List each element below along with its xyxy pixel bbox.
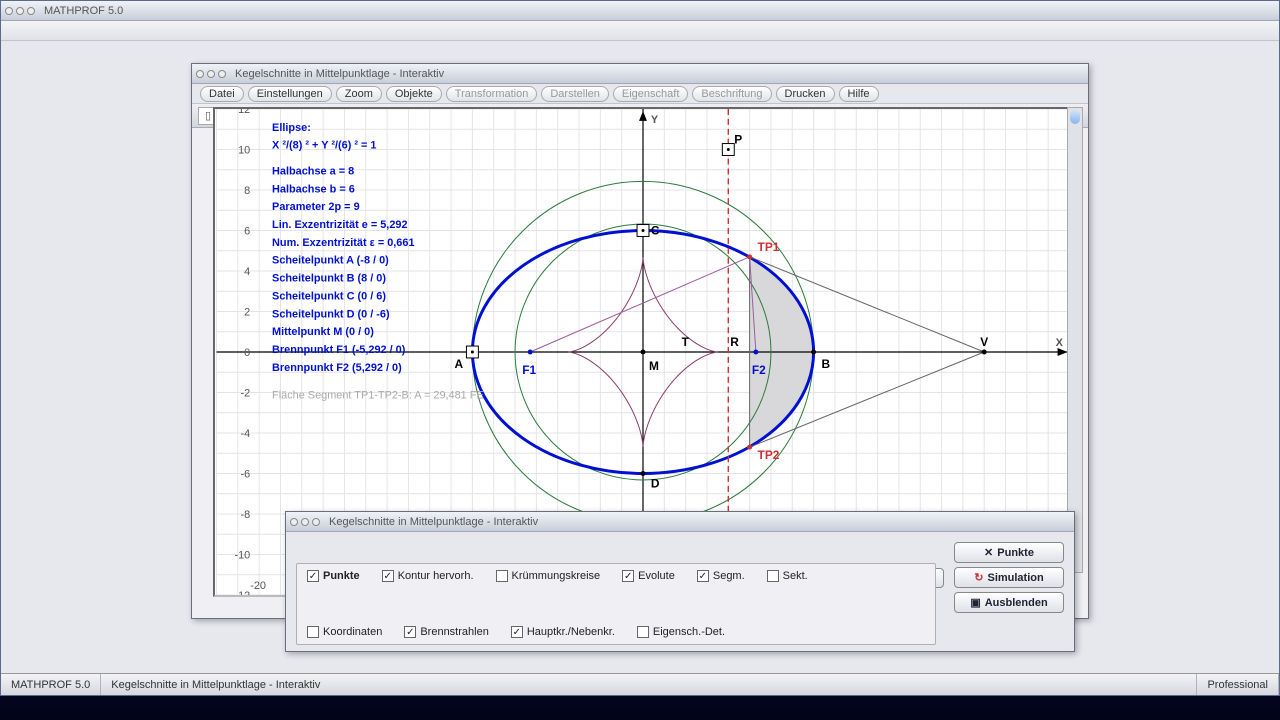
check-sekt[interactable]: Sekt.	[767, 570, 808, 582]
svg-text:Scheitelpunkt B (8 / 0): Scheitelpunkt B (8 / 0)	[272, 273, 386, 285]
svg-text:Brennpunkt F2 (5,292 / 0): Brennpunkt F2 (5,292 / 0)	[272, 362, 402, 374]
menu-display[interactable]: Darstellen	[541, 86, 609, 102]
svg-text:-20: -20	[250, 580, 266, 592]
svg-text:R: R	[730, 335, 739, 349]
svg-text:TP1: TP1	[758, 240, 780, 254]
check-haupt[interactable]: ✓Hauptkr./Nebenkr.	[511, 626, 615, 638]
check-evolute[interactable]: ✓Evolute	[622, 570, 675, 582]
svg-text:12: 12	[238, 109, 250, 116]
menu-print[interactable]: Drucken	[776, 86, 835, 102]
menu-transform[interactable]: Transformation	[446, 86, 538, 102]
menu-settings[interactable]: Einstellungen	[248, 86, 332, 102]
svg-text:8: 8	[244, 185, 250, 197]
doc-window-control-1[interactable]	[196, 70, 204, 78]
svg-text:Mittelpunkt M (0 / 0): Mittelpunkt M (0 / 0)	[272, 326, 374, 338]
svg-text:P: P	[734, 133, 742, 147]
svg-text:Y: Y	[651, 114, 659, 126]
check-punkte[interactable]: ✓Punkte	[307, 570, 360, 582]
svg-text:F2: F2	[752, 363, 766, 377]
svg-text:M: M	[649, 359, 659, 373]
panel-control-1[interactable]	[290, 518, 298, 526]
document-title: Kegelschnitte in Mittelpunktlage - Inter…	[235, 68, 444, 80]
svg-text:V: V	[980, 335, 988, 349]
window-control-3[interactable]	[27, 7, 35, 15]
svg-text:2: 2	[244, 306, 250, 318]
menu-objects[interactable]: Objekte	[386, 86, 442, 102]
refresh-icon: ↻	[974, 571, 983, 584]
svg-text:Scheitelpunkt A (-8 / 0): Scheitelpunkt A (-8 / 0)	[272, 255, 389, 267]
menu-property[interactable]: Eigenschaft	[613, 86, 688, 102]
document-menubar: Datei Einstellungen Zoom Objekte Transfo…	[192, 84, 1088, 104]
svg-text:Num. Exzentrizität ε = 0,661: Num. Exzentrizität ε = 0,661	[272, 237, 414, 249]
svg-text:X ²/(8) ² + Y ²/(6) ² = 1: X ²/(8) ² + Y ²/(6) ² = 1	[272, 140, 376, 152]
check-kontur[interactable]: ✓Kontur hervorh.	[382, 570, 474, 582]
status-doc: Kegelschnitte in Mittelpunktlage - Inter…	[101, 674, 1197, 695]
svg-text:Lin. Exzentrizität e = 5,292: Lin. Exzentrizität e = 5,292	[272, 219, 407, 231]
check-segm[interactable]: ✓Segm.	[697, 570, 745, 582]
svg-text:TP2: TP2	[758, 448, 780, 462]
cross-icon: ✕	[984, 546, 993, 559]
panel-control-3[interactable]	[312, 518, 320, 526]
button-points[interactable]: ✕Punkte	[954, 542, 1064, 563]
vertical-scrollbar[interactable]	[1067, 107, 1083, 573]
svg-text:6: 6	[244, 225, 250, 237]
svg-text:-8: -8	[241, 509, 251, 521]
doc-window-control-2[interactable]	[207, 70, 215, 78]
window-control-1[interactable]	[5, 7, 13, 15]
menu-zoom[interactable]: Zoom	[336, 86, 382, 102]
app-title: MATHPROF 5.0	[44, 5, 123, 17]
button-hide[interactable]: ▣Ausblenden	[954, 592, 1064, 613]
svg-text:-4: -4	[241, 428, 251, 440]
svg-text:Parameter 2p = 9: Parameter 2p = 9	[272, 201, 360, 213]
status-edition: Professional	[1197, 674, 1279, 695]
svg-text:Fläche Segment TP1-TP2-B: A =: Fläche Segment TP1-TP2-B: A = 29,481 FE	[272, 390, 484, 402]
svg-text:C: C	[651, 223, 660, 237]
svg-text:Scheitelpunkt D (0 / -6): Scheitelpunkt D (0 / -6)	[272, 308, 390, 320]
svg-text:-2: -2	[241, 387, 251, 399]
control-panel: Kegelschnitte in Mittelpunktlage - Inter…	[285, 511, 1075, 652]
app-window: MATHPROF 5.0 Kegelschnitte in Mittelpunk…	[0, 0, 1280, 696]
check-brenn[interactable]: ✓Brennstrahlen	[404, 626, 489, 638]
check-eigen[interactable]: Eigensch.-Det.	[637, 626, 725, 638]
svg-text:-6: -6	[241, 468, 251, 480]
svg-text:F1: F1	[522, 363, 536, 377]
check-koord[interactable]: Koordinaten	[307, 626, 382, 638]
svg-text:Halbachse a = 8: Halbachse a = 8	[272, 165, 354, 177]
check-kruemm[interactable]: Krümmungskreise	[496, 570, 601, 582]
svg-text:10: 10	[238, 144, 250, 156]
document-titlebar[interactable]: Kegelschnitte in Mittelpunktlage - Inter…	[192, 64, 1088, 84]
button-simulation[interactable]: ↻Simulation	[954, 567, 1064, 588]
menu-labeling[interactable]: Beschriftung	[692, 86, 771, 102]
hide-icon: ▣	[970, 596, 980, 609]
svg-text:4: 4	[244, 266, 250, 278]
panel-title: Kegelschnitte in Mittelpunktlage - Inter…	[329, 516, 538, 528]
menu-file[interactable]: Datei	[200, 86, 244, 102]
svg-text:Scheitelpunkt C (0 / 6): Scheitelpunkt C (0 / 6)	[272, 290, 386, 302]
svg-text:A: A	[455, 357, 464, 371]
svg-text:X: X	[1056, 337, 1064, 349]
svg-text:Halbachse b = 6: Halbachse b = 6	[272, 183, 355, 195]
doc-window-control-3[interactable]	[218, 70, 226, 78]
svg-text:B: B	[822, 357, 831, 371]
vscroll-thumb[interactable]	[1070, 110, 1080, 124]
app-menubar-placeholder	[1, 21, 1279, 41]
svg-text:Ellipse:: Ellipse:	[272, 122, 311, 134]
panel-titlebar[interactable]: Kegelschnitte in Mittelpunktlage - Inter…	[286, 512, 1074, 532]
svg-text:-10: -10	[234, 549, 250, 561]
svg-text:Brennpunkt F1 (-5,292 / 0): Brennpunkt F1 (-5,292 / 0)	[272, 344, 406, 356]
panel-control-2[interactable]	[301, 518, 309, 526]
app-titlebar[interactable]: MATHPROF 5.0	[1, 1, 1279, 21]
status-app: MATHPROF 5.0	[1, 674, 101, 695]
svg-text:0: 0	[244, 347, 250, 359]
menu-help[interactable]: Hilfe	[839, 86, 879, 102]
svg-text:T: T	[682, 335, 690, 349]
svg-text:D: D	[651, 476, 660, 490]
window-control-2[interactable]	[16, 7, 24, 15]
svg-text:-12: -12	[234, 590, 250, 595]
status-bar: MATHPROF 5.0 Kegelschnitte in Mittelpunk…	[1, 673, 1279, 695]
